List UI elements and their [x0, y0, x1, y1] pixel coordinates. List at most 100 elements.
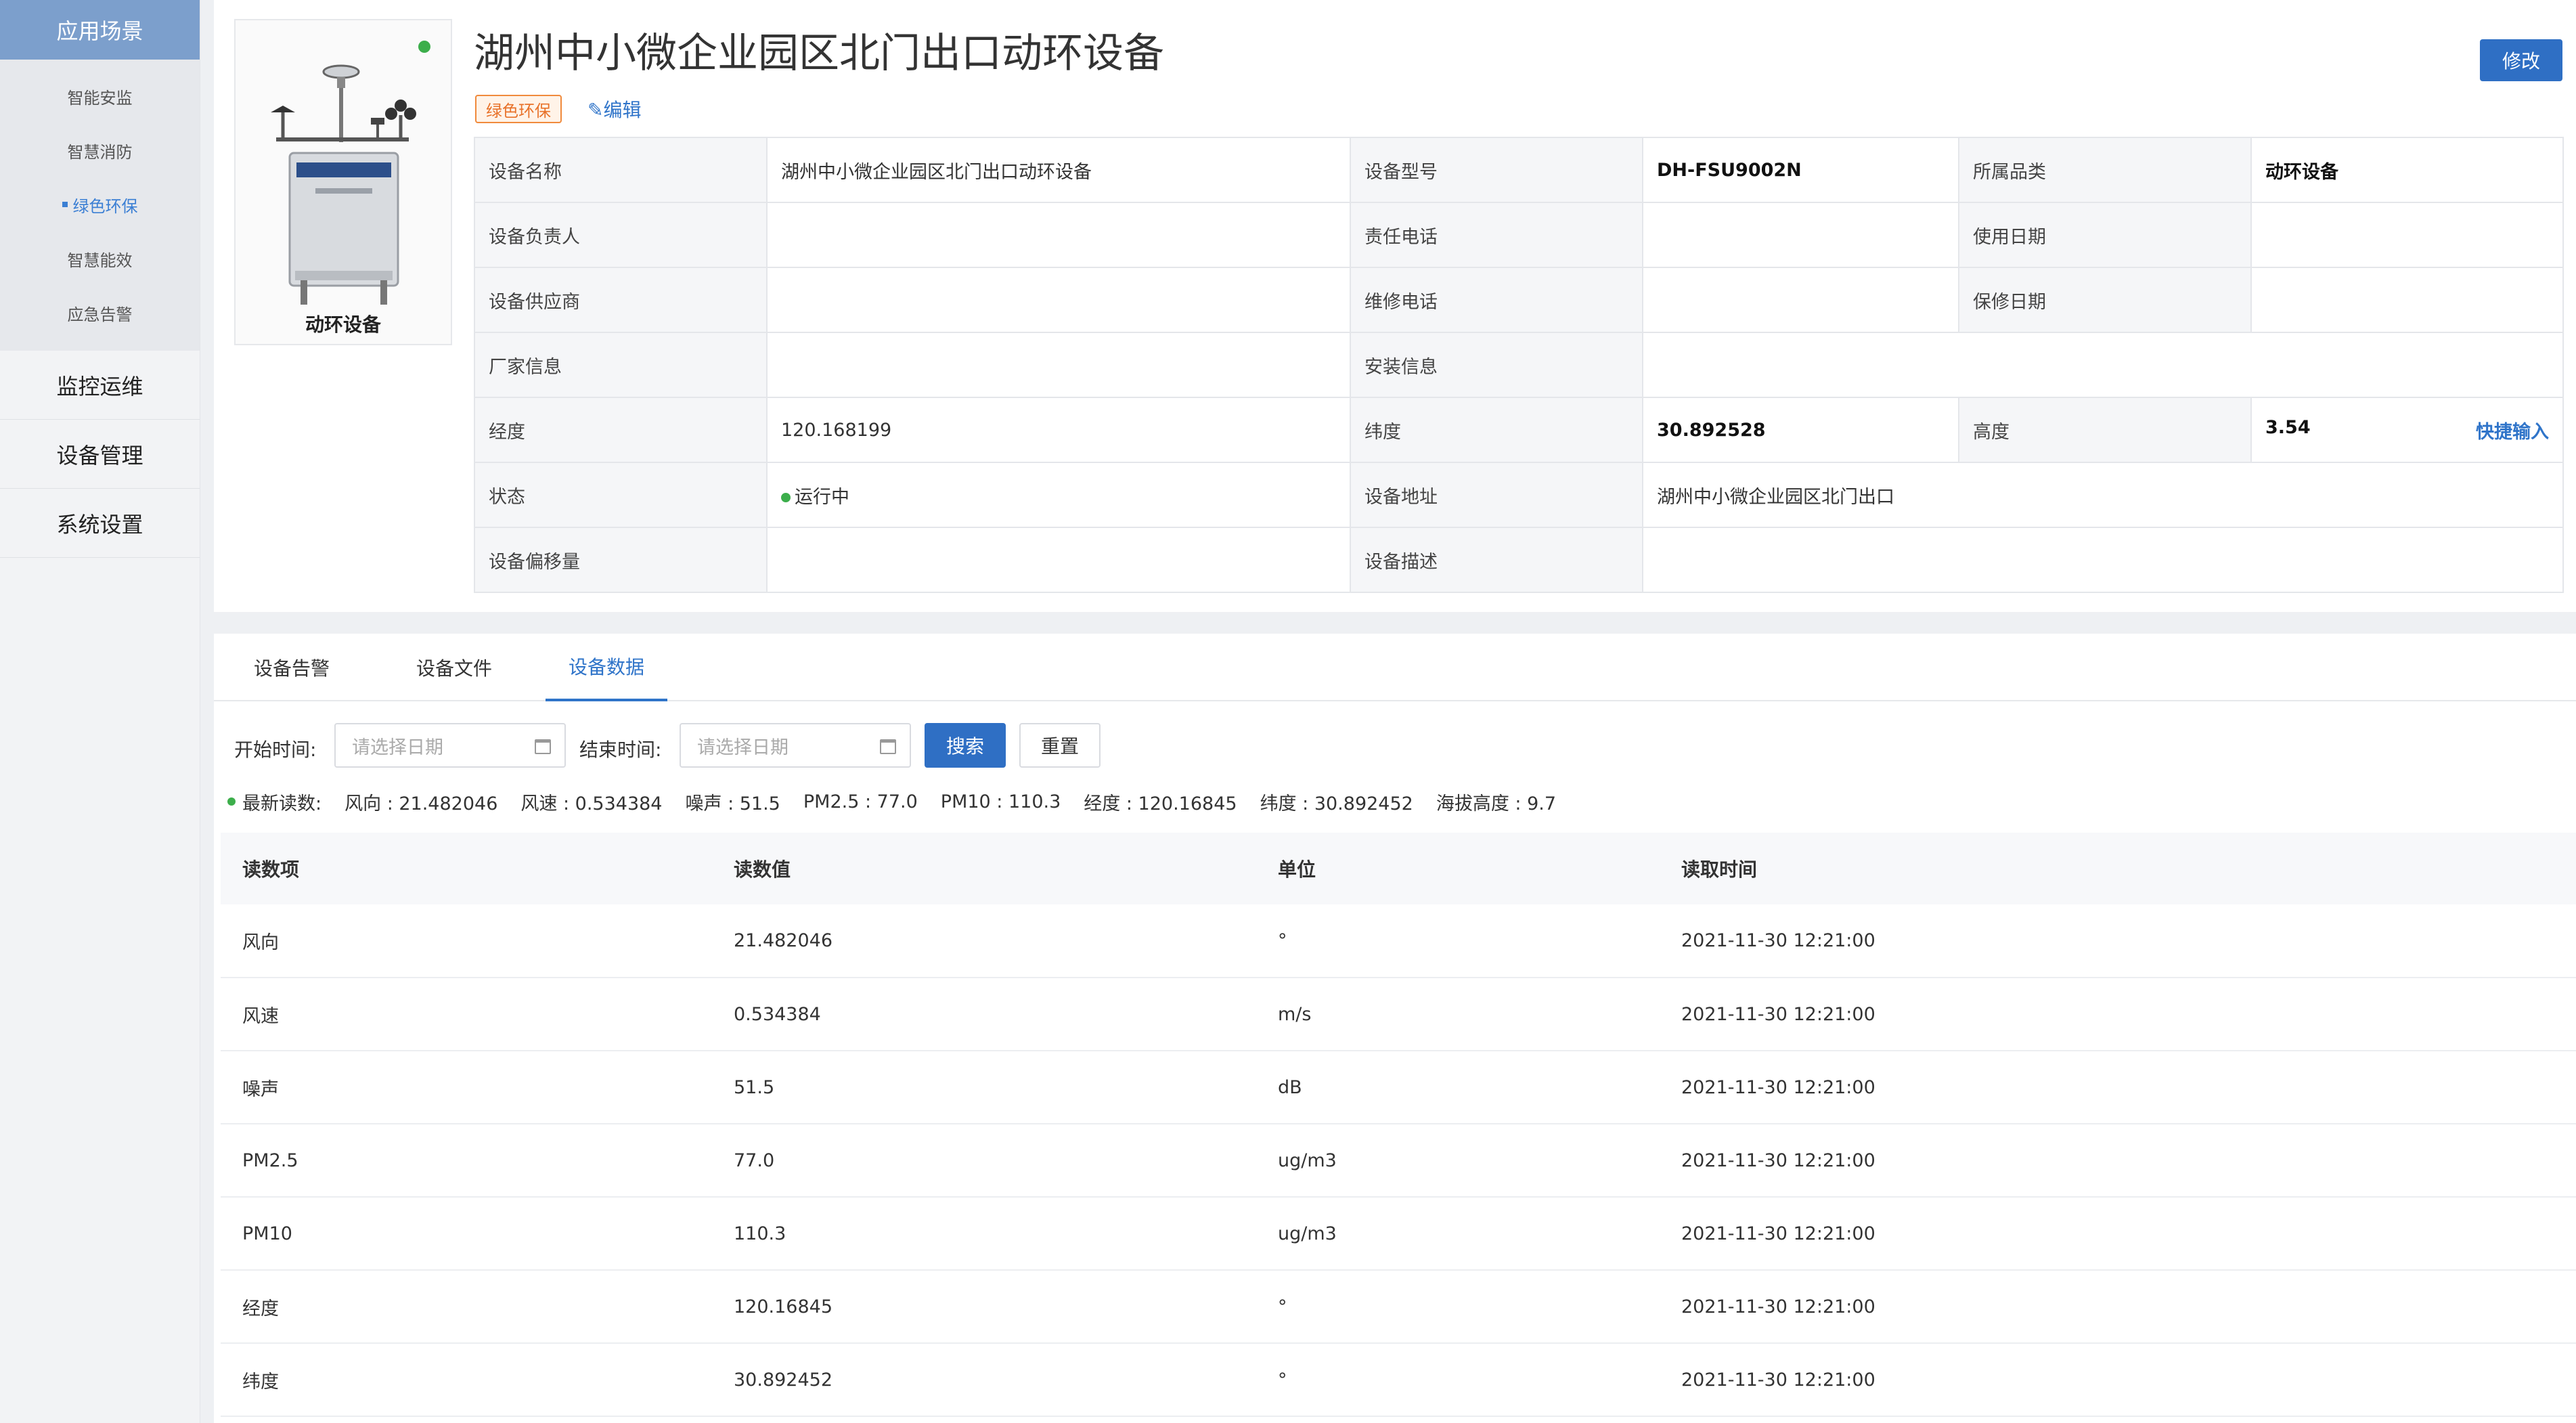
reading-item: 噪声 [221, 1051, 712, 1124]
longitude-value: 120.168199 [766, 397, 1351, 463]
info-label: 所属品类 [1958, 137, 2252, 203]
sidebar-item-device-management[interactable]: 设备管理 [0, 420, 200, 489]
device-card-label: 动环设备 [305, 313, 381, 336]
quick-input-link[interactable]: 快捷输入 [2476, 417, 2549, 443]
owner-value [766, 202, 1351, 268]
info-label: 设备描述 [1350, 527, 1643, 593]
reading-unit: ° [1256, 1343, 1660, 1417]
sidebar-item-monitoring[interactable]: 监控运维 [0, 351, 200, 420]
reading-item: 纬度 [221, 1343, 712, 1417]
reading-time: 2021-11-30 12:21:00 [1660, 1124, 2576, 1198]
latitude-value: 30.892528 [1642, 397, 1959, 463]
table-row: 风速 0.534384 m/s 2021-11-30 12:21:00 [221, 978, 2576, 1051]
latest-reading: 海拔高度 : 9.7 [1436, 793, 1557, 814]
info-label: 经度 [474, 397, 768, 463]
device-category-value: 动环设备 [2250, 137, 2564, 203]
info-label: 维修电话 [1350, 267, 1643, 333]
tab-bar: 设备告警 设备文件 设备数据 [214, 634, 2576, 701]
table-row: 噪声 51.5 dB 2021-11-30 12:21:00 [221, 1051, 2576, 1124]
device-info-panel: 动环设备 湖州中小微企业园区北门出口动环设备 绿色环保 ✎编辑 修改 设备名称 … [214, 0, 2576, 612]
reading-value: 110.3 [712, 1197, 1256, 1271]
tab-device-alarms[interactable]: 设备告警 [241, 634, 342, 701]
modify-button[interactable]: 修改 [2480, 39, 2562, 81]
reading-time: 2021-11-30 12:21:00 [1660, 1343, 2576, 1417]
reading-time: 2021-11-30 12:21:00 [1660, 1270, 2576, 1344]
end-date-placeholder: 请选择日期 [697, 737, 789, 758]
info-label: 使用日期 [1958, 202, 2252, 268]
reading-time: 2021-11-30 12:21:00 [1660, 1051, 2576, 1124]
reading-value: 30.892452 [712, 1343, 1256, 1417]
weather-station-image [271, 64, 416, 305]
description-value [1642, 527, 2564, 593]
tab-device-data[interactable]: 设备数据 [546, 634, 667, 701]
sidebar-header-app-scenarios[interactable]: 应用场景 [0, 0, 200, 60]
sidebar-item-smart-safety[interactable]: 智能安监 [0, 69, 200, 123]
info-label: 责任电话 [1350, 202, 1643, 268]
reset-button[interactable]: 重置 [1019, 723, 1101, 768]
info-row: 设备偏移量 设备描述 [474, 527, 2564, 593]
start-date-input[interactable]: 请选择日期 [334, 723, 566, 768]
device-photo-card: 动环设备 [234, 19, 452, 345]
vendor-value [766, 332, 1351, 398]
reading-time: 2021-11-30 12:21:00 [1660, 1197, 2576, 1271]
supplier-value [766, 267, 1351, 333]
sidebar-item-smart-energy[interactable]: 智慧能效 [0, 232, 200, 286]
info-label: 安装信息 [1350, 332, 1643, 398]
column-header-time: 读取时间 [1660, 833, 2576, 904]
latest-readings-label: 最新读数: [242, 793, 322, 814]
table-header-row: 读数项 读数值 单位 读取时间 [221, 833, 2576, 904]
edit-link[interactable]: ✎编辑 [587, 95, 641, 123]
info-label: 纬度 [1350, 397, 1643, 463]
height-value: 3.54 [2265, 416, 2311, 438]
end-date-input[interactable]: 请选择日期 [680, 723, 911, 768]
device-name-value: 湖州中小微企业园区北门出口动环设备 [766, 137, 1351, 203]
sidebar-item-green-env[interactable]: 绿色环保 [0, 177, 200, 232]
info-label: 设备型号 [1350, 137, 1643, 203]
reading-value: 51.5 [712, 1051, 1256, 1124]
reading-item: PM2.5 [221, 1124, 712, 1198]
latest-reading: 噪声 : 51.5 [685, 793, 780, 814]
latest-reading: 风向 : 21.482046 [345, 793, 498, 814]
reading-item: PM10 [221, 1197, 712, 1271]
device-info-table: 设备名称 湖州中小微企业园区北门出口动环设备 设备型号 DH-FSU9002N … [474, 137, 2564, 593]
reading-value: 120.16845 [712, 1270, 1256, 1344]
sidebar-item-smart-fire[interactable]: 智慧消防 [0, 123, 200, 177]
sidebar-submenu: 智能安监 智慧消防 绿色环保 智慧能效 应急告警 [0, 60, 200, 351]
live-status-icon [227, 797, 236, 806]
latest-reading: 风速 : 0.534384 [520, 793, 663, 814]
table-row: 经度 120.16845 ° 2021-11-30 12:21:00 [221, 1270, 2576, 1344]
info-row: 设备名称 湖州中小微企业园区北门出口动环设备 设备型号 DH-FSU9002N … [474, 137, 2564, 203]
readings-table: 读数项 读数值 单位 读取时间 风向 21.482046 ° 2021-11-30 1… [221, 833, 2576, 1417]
column-header-value: 读数值 [712, 833, 1256, 904]
table-row: PM2.5 77.0 ug/m3 2021-11-30 12:21:00 [221, 1124, 2576, 1198]
info-label: 高度 [1958, 397, 2252, 463]
info-label: 保修日期 [1958, 267, 2252, 333]
info-row: 经度 120.168199 纬度 30.892528 高度 3.54 快捷输入 [474, 397, 2564, 463]
reading-value: 77.0 [712, 1124, 1256, 1198]
table-row: PM10 110.3 ug/m3 2021-11-30 12:21:00 [221, 1197, 2576, 1271]
reading-unit: dB [1256, 1051, 1660, 1124]
tab-device-files[interactable]: 设备文件 [403, 634, 505, 701]
start-time-label: 开始时间: [234, 739, 317, 761]
device-data-panel: 设备告警 设备文件 设备数据 开始时间: 请选择日期 结束时间: 请选择日期 搜… [214, 634, 2576, 1423]
info-label: 设备地址 [1350, 462, 1643, 528]
install-value [1642, 332, 2564, 398]
reading-item: 经度 [221, 1270, 712, 1344]
reading-value: 21.482046 [712, 904, 1256, 978]
start-date-placeholder: 请选择日期 [352, 737, 443, 758]
info-label: 设备供应商 [474, 267, 768, 333]
info-label: 设备偏移量 [474, 527, 768, 593]
column-header-unit: 单位 [1256, 833, 1660, 904]
sidebar-item-system-settings[interactable]: 系统设置 [0, 489, 200, 558]
use-date-value [2250, 202, 2564, 268]
search-button[interactable]: 搜索 [925, 723, 1006, 768]
sidebar-item-emergency-alarm[interactable]: 应急告警 [0, 286, 200, 340]
status-cell: 运行中 [766, 462, 1351, 528]
reading-time: 2021-11-30 12:21:00 [1660, 978, 2576, 1051]
calendar-icon [535, 739, 551, 754]
latest-reading: PM2.5 : 77.0 [803, 791, 918, 812]
active-indicator-icon [62, 202, 68, 207]
running-status-icon [781, 493, 791, 502]
status-value: 运行中 [795, 486, 849, 508]
info-row: 状态 运行中 设备地址 湖州中小微企业园区北门出口 [474, 462, 2564, 528]
